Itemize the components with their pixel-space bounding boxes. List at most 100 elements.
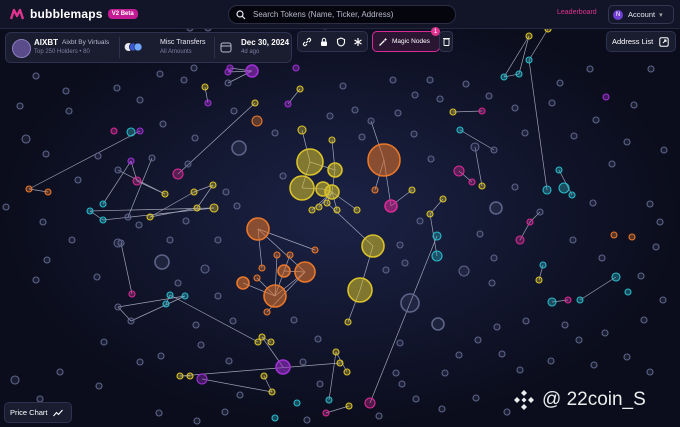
holder-bubble[interactable] — [154, 254, 170, 270]
account-button[interactable]: N Account ▾ — [608, 5, 674, 24]
holder-bubble[interactable] — [174, 279, 182, 287]
holder-bubble[interactable] — [268, 388, 276, 396]
holder-bubble[interactable] — [498, 350, 506, 358]
holder-bubble[interactable] — [260, 372, 268, 380]
holder-bubble[interactable] — [438, 405, 446, 413]
holder-bubble[interactable] — [126, 127, 136, 137]
holder-bubble[interactable] — [656, 218, 664, 226]
holder-bubble[interactable] — [416, 217, 424, 225]
holder-bubble[interactable] — [16, 102, 24, 110]
holder-bubble[interactable] — [65, 107, 73, 115]
holder-bubble[interactable] — [361, 234, 385, 258]
holder-bubble[interactable] — [659, 296, 667, 304]
holder-bubble[interactable] — [351, 106, 359, 114]
holder-bubble[interactable] — [230, 107, 238, 115]
holder-bubble[interactable] — [233, 202, 241, 210]
holder-bubble[interactable] — [610, 231, 618, 239]
holder-bubble[interactable] — [389, 76, 397, 84]
holder-bubble[interactable] — [315, 203, 323, 211]
holder-bubble[interactable] — [394, 109, 402, 117]
search-input[interactable] — [251, 9, 450, 20]
holder-bubble[interactable] — [375, 412, 383, 420]
holder-bubble[interactable] — [325, 396, 333, 404]
holder-bubble[interactable] — [539, 261, 547, 269]
holder-bubble[interactable] — [542, 185, 552, 195]
holder-bubble[interactable] — [358, 133, 366, 141]
holder-bubble[interactable] — [166, 236, 174, 244]
holder-bubble[interactable] — [367, 117, 375, 125]
holder-bubble[interactable] — [628, 233, 636, 241]
holder-bubble[interactable] — [146, 213, 154, 221]
holder-bubble[interactable] — [314, 335, 322, 343]
holder-bubble[interactable] — [398, 380, 406, 388]
holder-bubble[interactable] — [526, 218, 534, 226]
holder-bubble[interactable] — [293, 399, 301, 407]
holder-bubble[interactable] — [516, 366, 524, 374]
holder-bubble[interactable] — [214, 236, 222, 244]
holder-bubble[interactable] — [258, 264, 266, 272]
holder-bubble[interactable] — [339, 82, 347, 90]
holder-bubble[interactable] — [576, 296, 584, 304]
holder-bubble[interactable] — [535, 276, 543, 284]
holder-bubble[interactable] — [384, 199, 398, 213]
holder-bubble[interactable] — [275, 359, 291, 375]
holder-bubble[interactable] — [166, 291, 174, 299]
holder-bubble[interactable] — [197, 341, 205, 349]
holder-bubble[interactable] — [503, 408, 511, 416]
holder-bubble[interactable] — [427, 155, 435, 163]
holder-bubble[interactable] — [410, 130, 418, 138]
holder-bubble[interactable] — [472, 394, 480, 402]
holder-bubble[interactable] — [401, 259, 409, 267]
holder-bubble[interactable] — [647, 65, 655, 73]
holder-bubble[interactable] — [271, 129, 279, 137]
holder-bubble[interactable] — [182, 217, 190, 225]
holder-bubble[interactable] — [611, 272, 621, 282]
holder-bubble[interactable] — [525, 56, 533, 64]
holder-bubble[interactable] — [490, 254, 498, 262]
holder-bubble[interactable] — [345, 402, 353, 410]
holder-bubble[interactable] — [426, 76, 434, 84]
holder-bubble[interactable] — [521, 129, 529, 137]
bubble-map-canvas[interactable] — [0, 0, 680, 427]
holder-bubble[interactable] — [367, 143, 401, 177]
holder-bubble[interactable] — [110, 127, 118, 135]
leaderboard-link[interactable]: Leaderboard — [557, 9, 597, 16]
holder-bubble[interactable] — [192, 321, 200, 329]
holder-bubble[interactable] — [570, 132, 578, 140]
holder-bubble[interactable] — [99, 200, 107, 208]
link-icon[interactable] — [301, 36, 312, 47]
holder-bubble[interactable] — [575, 336, 583, 344]
holder-bubble[interactable] — [186, 372, 194, 380]
holder-bubble[interactable] — [608, 160, 616, 168]
holder-bubble[interactable] — [344, 318, 352, 326]
holder-bubble[interactable] — [449, 108, 457, 116]
holder-bubble[interactable] — [124, 213, 132, 221]
holder-bubble[interactable] — [279, 172, 287, 180]
holder-bubble[interactable] — [485, 92, 493, 100]
holder-bubble[interactable] — [455, 351, 463, 359]
holder-bubble[interactable] — [2, 203, 10, 211]
holder-bubble[interactable] — [396, 339, 404, 347]
holder-bubble[interactable] — [536, 208, 544, 216]
holder-bubble[interactable] — [493, 323, 501, 331]
holder-bubble[interactable] — [468, 178, 476, 186]
holder-bubble[interactable] — [303, 416, 311, 424]
holder-bubble[interactable] — [68, 236, 76, 244]
holder-bubble[interactable] — [246, 217, 270, 241]
holder-bubble[interactable] — [284, 100, 292, 108]
holder-bubble[interactable] — [432, 231, 442, 241]
holder-bubble[interactable] — [236, 276, 250, 290]
holder-bubble[interactable] — [62, 87, 70, 95]
holder-bubble[interactable] — [114, 303, 122, 311]
holder-bubble[interactable] — [589, 199, 597, 207]
holder-bubble[interactable] — [156, 70, 164, 78]
holder-bubble[interactable] — [245, 64, 259, 78]
holder-bubble[interactable] — [200, 264, 210, 274]
holder-bubble[interactable] — [646, 368, 654, 376]
holder-bubble[interactable] — [172, 168, 184, 180]
holder-bubble[interactable] — [323, 199, 331, 207]
holder-bubble[interactable] — [273, 251, 281, 259]
holder-bubble[interactable] — [311, 246, 319, 254]
holder-bubble[interactable] — [159, 120, 167, 128]
holder-bubble[interactable] — [623, 353, 631, 361]
